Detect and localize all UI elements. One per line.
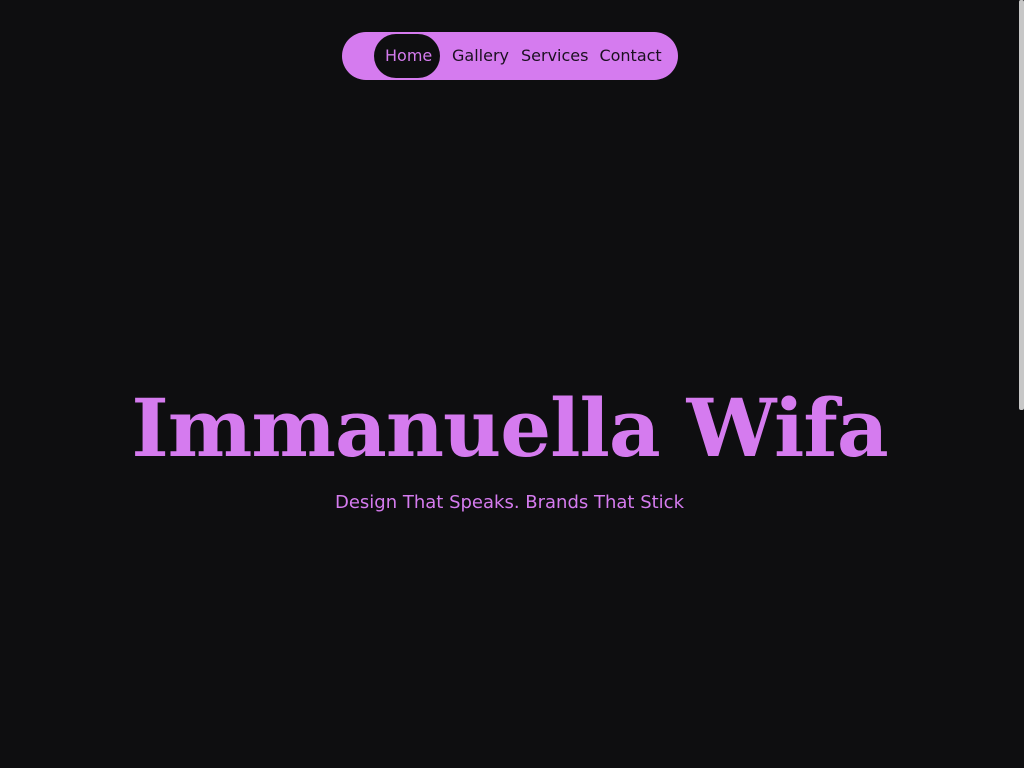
- hero-subtitle: Design That Speaks. Brands That Stick: [334, 492, 684, 513]
- nav-tab-services[interactable]: Services: [521, 34, 588, 78]
- scrollbar-thumb[interactable]: [1019, 0, 1024, 410]
- scrollbar-track[interactable]: [1019, 0, 1024, 768]
- nav-bar: Home Gallery Services Contact: [342, 32, 678, 80]
- nav-tab-contact[interactable]: Contact: [599, 34, 661, 78]
- nav-tab-gallery[interactable]: Gallery: [452, 34, 509, 78]
- hero-title: Immanuella Wifa: [131, 381, 888, 475]
- nav-tab-home[interactable]: Home: [374, 34, 440, 78]
- page: Home Gallery Services Contact Immanuella…: [0, 0, 1019, 768]
